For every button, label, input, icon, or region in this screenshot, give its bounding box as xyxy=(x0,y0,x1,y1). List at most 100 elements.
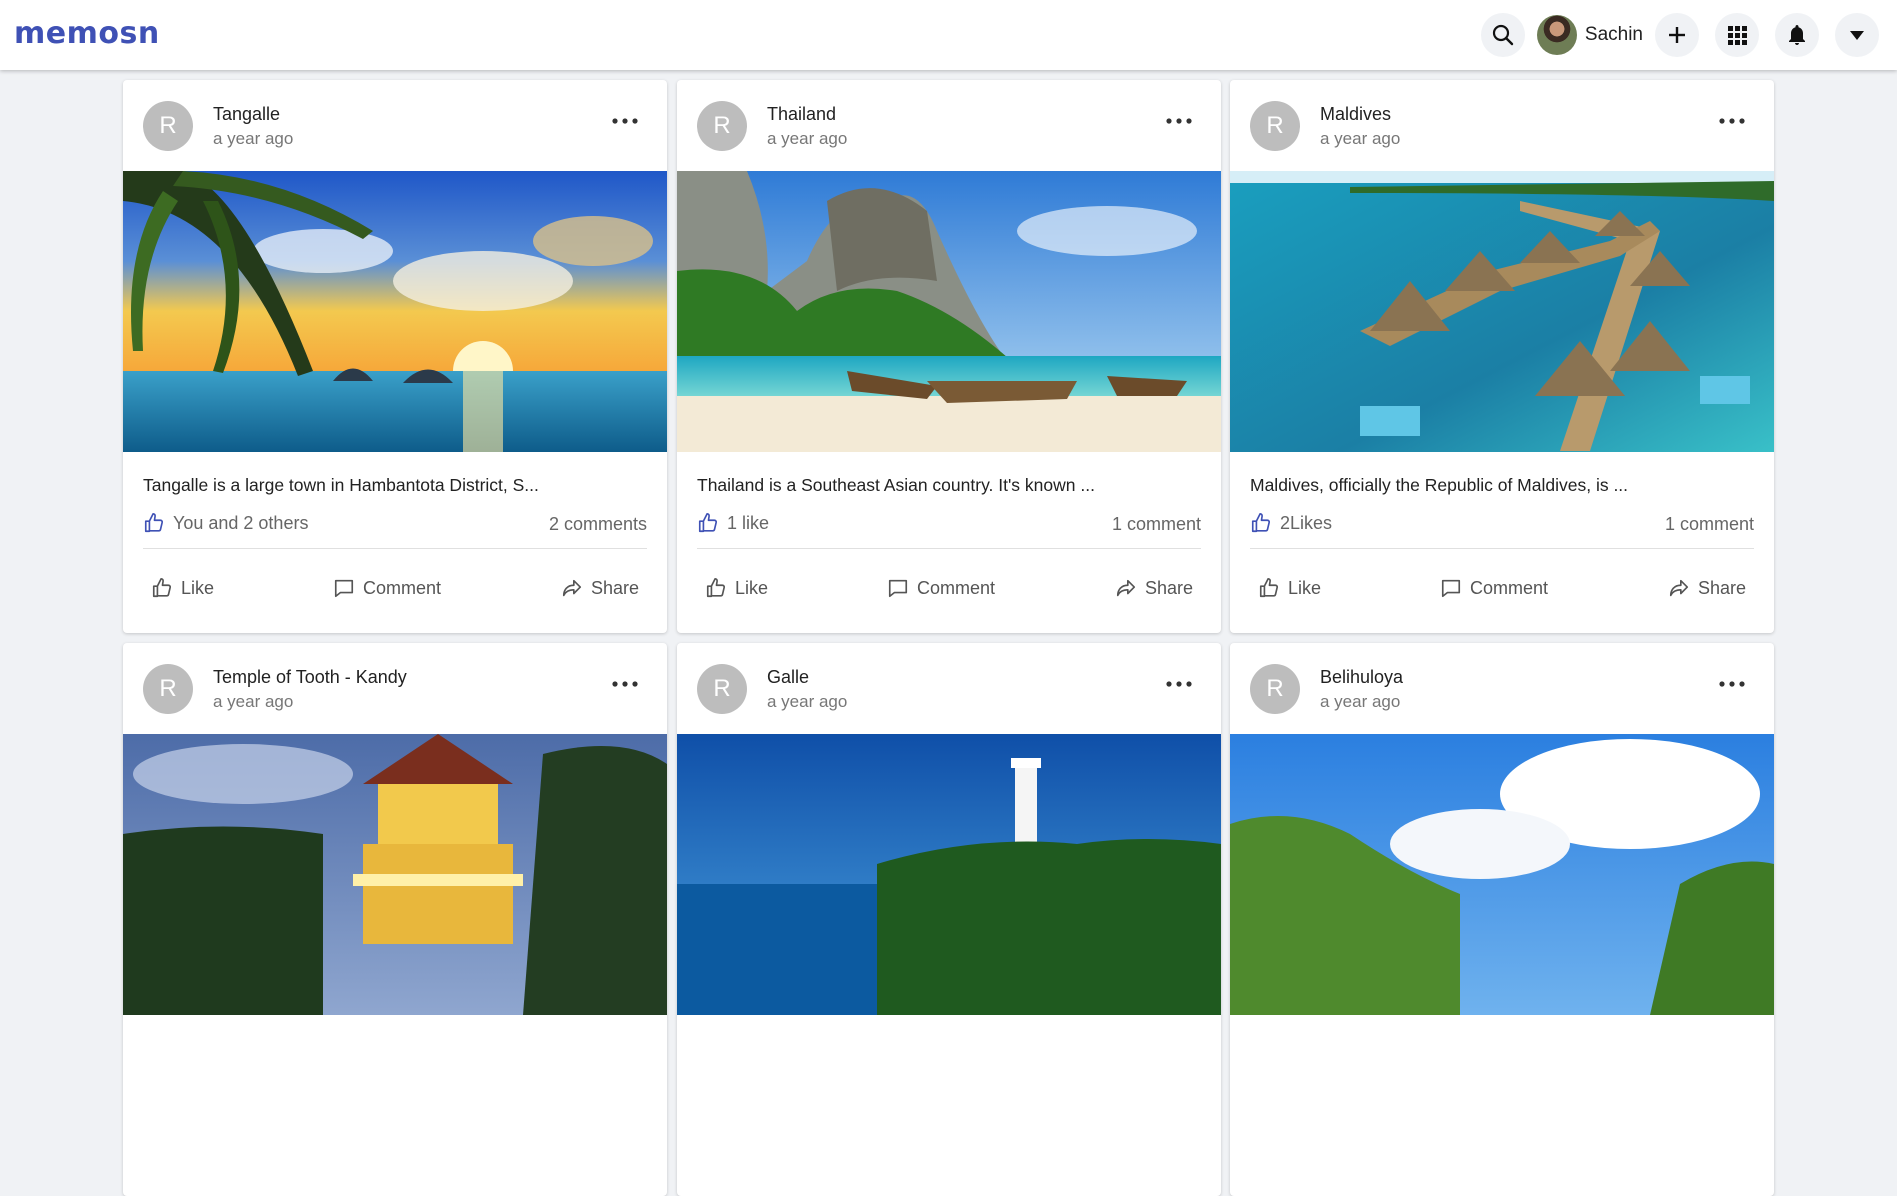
share-button[interactable]: Share xyxy=(1115,570,1193,606)
post-header: R Maldives a year ago xyxy=(1250,101,1754,151)
create-button[interactable] xyxy=(1655,13,1699,57)
post-actions: Like Comment Share xyxy=(697,570,1201,606)
like-label: Like xyxy=(181,577,215,598)
post-options-button[interactable] xyxy=(605,669,645,699)
top-bar: memosn Sachin xyxy=(0,0,1897,70)
post-time: a year ago xyxy=(213,692,294,711)
share-label: Share xyxy=(1144,577,1193,598)
post-image[interactable] xyxy=(677,734,1221,1015)
like-button[interactable]: Like xyxy=(705,570,768,606)
post-likes-text: 1 like xyxy=(727,512,770,533)
post-comments-count[interactable]: 1 comment xyxy=(1112,514,1201,535)
post-card: R Tangalle a year ago Tangalle is a larg… xyxy=(123,80,667,633)
post-options-button[interactable] xyxy=(1159,106,1199,136)
thumbs-up-icon xyxy=(698,513,718,533)
like-button[interactable]: Like xyxy=(1258,570,1321,606)
search-icon xyxy=(1492,24,1514,46)
post-stats: You and 2 others 2 comments xyxy=(143,512,647,538)
share-label: Share xyxy=(590,577,639,598)
profile-name: Sachin xyxy=(1584,24,1643,45)
like-label: Like xyxy=(1288,577,1322,598)
more-horizontal-icon xyxy=(612,681,638,687)
post-stats: 2Likes 1 comment xyxy=(1250,512,1754,538)
post-image[interactable] xyxy=(677,171,1221,452)
thumbs-up-icon xyxy=(144,513,164,533)
post-comments-count[interactable]: 2 comments xyxy=(549,514,647,535)
post-time: a year ago xyxy=(213,129,294,148)
avatar xyxy=(1536,15,1577,55)
post-likes[interactable]: 1 like xyxy=(697,512,769,534)
post-header: R Tangalle a year ago xyxy=(143,101,647,151)
share-icon xyxy=(1116,579,1136,597)
post-title[interactable]: Thailand xyxy=(767,104,836,125)
more-horizontal-icon xyxy=(612,118,638,124)
comment-button[interactable]: Comment xyxy=(887,570,995,606)
comment-label: Comment xyxy=(917,577,996,598)
share-button[interactable]: Share xyxy=(1668,570,1746,606)
post-title[interactable]: Belihuloya xyxy=(1320,667,1403,688)
divider xyxy=(143,548,647,549)
post-stats: 1 like 1 comment xyxy=(697,512,1201,538)
account-menu-button[interactable] xyxy=(1835,13,1879,57)
more-horizontal-icon xyxy=(1166,681,1192,687)
post-title[interactable]: Temple of Tooth - Kandy xyxy=(213,667,407,688)
app-logo[interactable]: memosn xyxy=(14,16,160,51)
share-button[interactable]: Share xyxy=(561,570,639,606)
divider xyxy=(1250,548,1754,549)
post-author-avatar[interactable]: R xyxy=(697,101,747,151)
post-author-avatar[interactable]: R xyxy=(143,101,193,151)
post-options-button[interactable] xyxy=(1712,106,1752,136)
comment-label: Comment xyxy=(1470,577,1549,598)
post-card: R Temple of Tooth - Kandy a year ago xyxy=(123,643,667,1196)
grid-icon xyxy=(1728,26,1747,45)
search-button[interactable] xyxy=(1480,13,1525,57)
profile-button[interactable]: Sachin xyxy=(1536,13,1643,57)
top-bar-actions: Sachin xyxy=(1480,13,1879,57)
divider xyxy=(697,548,1201,549)
share-icon xyxy=(1669,579,1689,597)
post-image[interactable] xyxy=(123,734,667,1015)
post-image[interactable] xyxy=(1230,171,1774,452)
comment-button[interactable]: Comment xyxy=(1440,570,1548,606)
post-time: a year ago xyxy=(1320,692,1401,711)
post-actions: Like Comment Share xyxy=(1250,570,1754,606)
comment-icon xyxy=(334,579,354,598)
post-options-button[interactable] xyxy=(1159,669,1199,699)
thumbs-up-icon xyxy=(1259,578,1279,598)
post-title[interactable]: Maldives xyxy=(1320,104,1391,125)
post-time: a year ago xyxy=(767,692,848,711)
post-card: R Galle a year ago xyxy=(677,643,1221,1196)
post-card: R Maldives a year ago Maldives, official… xyxy=(1230,80,1774,633)
post-title[interactable]: Galle xyxy=(767,667,809,688)
thumbs-up-icon xyxy=(152,578,172,598)
plus-icon xyxy=(1669,27,1685,43)
post-header: R Temple of Tooth - Kandy a year ago xyxy=(143,664,647,714)
post-author-avatar[interactable]: R xyxy=(697,664,747,714)
more-horizontal-icon xyxy=(1719,681,1745,687)
post-title[interactable]: Tangalle xyxy=(213,104,280,125)
post-time: a year ago xyxy=(767,129,848,148)
comment-button[interactable]: Comment xyxy=(333,570,441,606)
post-header: R Belihuloya a year ago xyxy=(1250,664,1754,714)
thumbs-up-icon xyxy=(706,578,726,598)
post-comments-count[interactable]: 1 comment xyxy=(1665,514,1754,535)
post-card: R Belihuloya a year ago xyxy=(1230,643,1774,1196)
notifications-button[interactable] xyxy=(1775,13,1819,57)
post-author-avatar[interactable]: R xyxy=(1250,101,1300,151)
post-image[interactable] xyxy=(1230,734,1774,1015)
post-likes[interactable]: 2Likes xyxy=(1250,512,1332,534)
caret-down-icon xyxy=(1850,31,1864,40)
post-card: R Thailand a year ago Thailand is a Sout… xyxy=(677,80,1221,633)
post-author-avatar[interactable]: R xyxy=(1250,664,1300,714)
post-options-button[interactable] xyxy=(605,106,645,136)
comment-icon xyxy=(888,579,908,598)
post-text: Maldives, officially the Republic of Mal… xyxy=(1250,475,1629,495)
post-header: R Thailand a year ago xyxy=(697,101,1201,151)
post-options-button[interactable] xyxy=(1712,669,1752,699)
post-likes[interactable]: You and 2 others xyxy=(143,512,308,534)
apps-button[interactable] xyxy=(1715,13,1759,57)
post-image[interactable] xyxy=(123,171,667,452)
like-button[interactable]: Like xyxy=(151,570,214,606)
post-author-avatar[interactable]: R xyxy=(143,664,193,714)
post-time: a year ago xyxy=(1320,129,1401,148)
